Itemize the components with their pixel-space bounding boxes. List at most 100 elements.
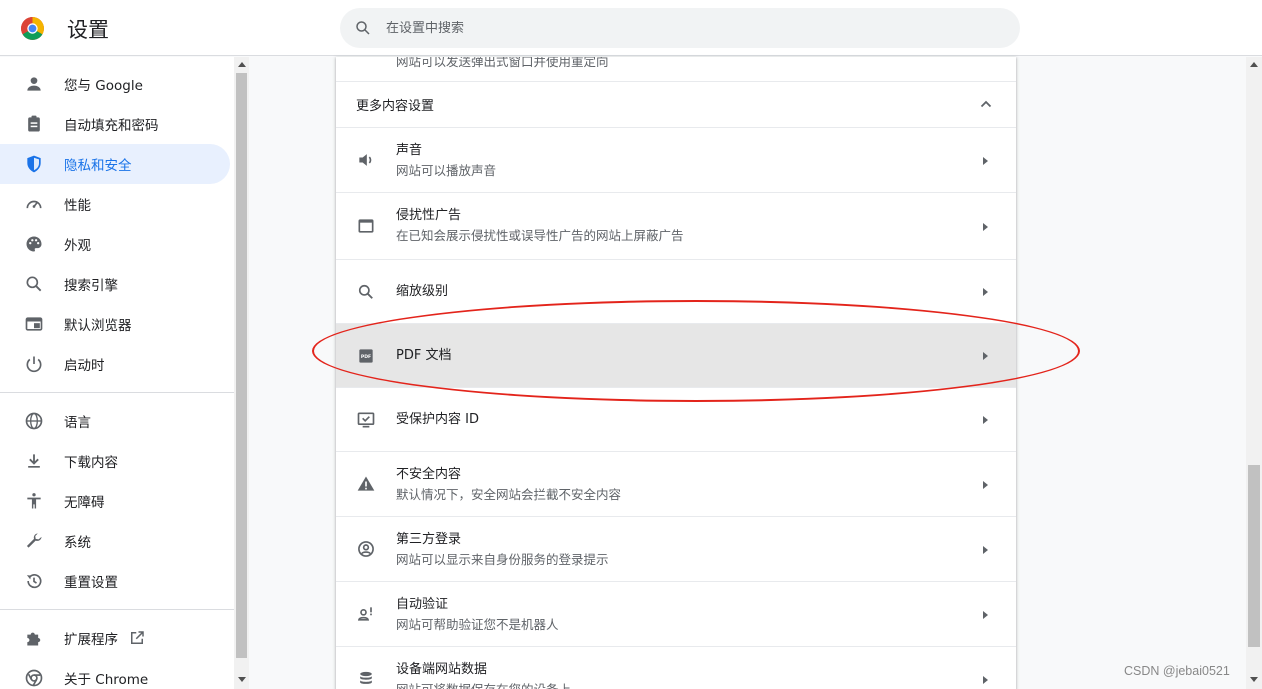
- row-title: 第三方登录: [396, 532, 462, 547]
- sidebar-item-label: 系统: [64, 535, 91, 551]
- arrow-right-icon: [983, 481, 988, 489]
- row-title: 设备端网站数据: [396, 662, 488, 677]
- sidebar-item-performance[interactable]: 性能: [0, 184, 234, 224]
- sidebar-item-label: 扩展程序: [64, 632, 118, 648]
- search-icon: [356, 21, 370, 35]
- row-subtitle: 网站可以显示来自身份服务的登录提示: [396, 552, 609, 567]
- volume-icon: [356, 150, 376, 170]
- auto-verify-icon: [356, 604, 376, 624]
- sidebar-item-label: 无障碍: [64, 495, 105, 511]
- row-pdf-documents[interactable]: PDF PDF 文档: [336, 323, 1016, 387]
- row-insecure-content[interactable]: 不安全内容 默认情况下，安全网站会拦截不安全内容: [336, 451, 1016, 516]
- wrench-icon: [24, 531, 44, 551]
- sidebar-item-extensions[interactable]: 扩展程序: [0, 618, 234, 658]
- restore-icon: [24, 571, 44, 591]
- scroll-down-arrow-icon[interactable]: [238, 677, 246, 682]
- sidebar-item-label: 下载内容: [64, 455, 118, 471]
- svg-text:PDF: PDF: [361, 354, 371, 360]
- person-icon: [24, 74, 44, 94]
- arrow-right-icon: [983, 611, 988, 619]
- row-third-party-sign-in[interactable]: 第三方登录 网站可以显示来自身份服务的登录提示: [336, 516, 1016, 581]
- row-zoom-levels[interactable]: 缩放级别: [336, 259, 1016, 323]
- sidebar-item-languages[interactable]: 语言: [0, 401, 234, 441]
- row-title: 侵扰性广告: [396, 208, 462, 223]
- main-scrollbar[interactable]: [1246, 57, 1262, 689]
- row-subtitle: 网站可以播放声音: [396, 163, 497, 178]
- sidebar-item-appearance[interactable]: 外观: [0, 224, 234, 264]
- divider: [0, 609, 234, 610]
- arrow-right-icon: [983, 416, 988, 424]
- chrome-logo-icon: [21, 17, 44, 40]
- sidebar-item-privacy[interactable]: 隐私和安全: [0, 144, 230, 184]
- row-sound[interactable]: 声音 网站可以播放声音: [336, 127, 1016, 192]
- divider: [0, 392, 234, 393]
- sidebar-item-autofill[interactable]: 自动填充和密码: [0, 104, 234, 144]
- sidebar-item-label: 语言: [64, 415, 91, 431]
- arrow-right-icon: [983, 157, 988, 165]
- sidebar-item-default-browser[interactable]: 默认浏览器: [0, 304, 234, 344]
- accessibility-icon: [24, 491, 44, 511]
- arrow-right-icon: [983, 546, 988, 554]
- sidebar-item-about-chrome[interactable]: 关于 Chrome: [0, 658, 234, 689]
- sidebar-item-you-and-google[interactable]: 您与 Google: [0, 64, 234, 104]
- puzzle-icon: [24, 628, 44, 648]
- search-icon: [24, 274, 44, 294]
- scrollbar-thumb[interactable]: [236, 73, 247, 658]
- download-icon: [24, 451, 44, 471]
- sidebar-item-label: 搜索引擎: [64, 278, 118, 294]
- sidebar-item-label: 性能: [64, 198, 91, 214]
- arrow-right-icon: [983, 352, 988, 360]
- row-title: 缩放级别: [396, 284, 449, 299]
- row-auto-verify[interactable]: 自动验证 网站可帮助验证您不是机器人: [336, 581, 1016, 646]
- sidebar-item-accessibility[interactable]: 无障碍: [0, 481, 234, 521]
- row-subtitle: 在已知会展示侵扰性或误导性广告的网站上屏蔽广告: [396, 228, 684, 243]
- search-box[interactable]: [340, 8, 1020, 48]
- row-title: 声音: [396, 143, 423, 158]
- window-icon: [356, 216, 376, 236]
- search-input[interactable]: [386, 20, 986, 36]
- sidebar-item-reset[interactable]: 重置设置: [0, 561, 234, 601]
- chrome-icon: [24, 668, 44, 688]
- sidebar-item-system[interactable]: 系统: [0, 521, 234, 561]
- row-title: 自动验证: [396, 597, 449, 612]
- sidebar-item-downloads[interactable]: 下载内容: [0, 441, 234, 481]
- sidebar-item-label: 关于 Chrome: [64, 672, 149, 688]
- scroll-up-arrow-icon[interactable]: [1250, 62, 1258, 67]
- row-subtitle: 默认情况下，安全网站会拦截不安全内容: [396, 487, 622, 502]
- chevron-up-icon[interactable]: [980, 98, 992, 110]
- scrollbar-thumb[interactable]: [1248, 465, 1260, 647]
- sidebar-item-label: 默认浏览器: [64, 318, 132, 334]
- sidebar-scrollbar[interactable]: [234, 57, 249, 689]
- row-subtitle: 网站可将数据保存在您的设备上: [396, 681, 571, 689]
- scroll-up-arrow-icon[interactable]: [238, 62, 246, 67]
- row-intrusive-ads[interactable]: 侵扰性广告 在已知会展示侵扰性或误导性广告的网站上屏蔽广告: [336, 192, 1016, 259]
- arrow-right-icon: [983, 288, 988, 296]
- warning-icon: [356, 474, 376, 494]
- protected-content-icon: [356, 410, 376, 430]
- database-icon: [356, 669, 376, 689]
- arrow-right-icon: [983, 676, 988, 684]
- globe-icon: [24, 411, 44, 431]
- top-bar: 设置: [0, 0, 1262, 56]
- sidebar-item-on-startup[interactable]: 启动时: [0, 344, 234, 384]
- row-on-device-site-data[interactable]: 设备端网站数据 网站可将数据保存在您的设备上: [336, 646, 1016, 689]
- palette-icon: [24, 234, 44, 254]
- sidebar-item-label: 隐私和安全: [64, 158, 132, 174]
- speedometer-icon: [24, 194, 44, 214]
- power-icon: [24, 354, 44, 374]
- more-content-settings-header[interactable]: 更多内容设置: [336, 81, 1016, 127]
- section-title: 更多内容设置: [356, 99, 435, 114]
- sidebar-item-search-engine[interactable]: 搜索引擎: [0, 264, 234, 304]
- open-in-new-icon: [131, 631, 144, 644]
- sidebar-item-label: 外观: [64, 238, 91, 254]
- sidebar-item-label: 启动时: [64, 358, 105, 374]
- clipboard-icon: [24, 114, 44, 134]
- sidebar-item-label: 您与 Google: [64, 78, 143, 94]
- content-settings-card: 网站可以发送弹出式窗口并使用重定向 更多内容设置 声音 网站可以播放声音 侵扰性…: [336, 57, 1016, 689]
- partial-row-subtitle: 网站可以发送弹出式窗口并使用重定向: [396, 57, 609, 69]
- scroll-down-arrow-icon[interactable]: [1250, 677, 1258, 682]
- row-title: PDF 文档: [396, 348, 452, 363]
- arrow-right-icon: [983, 223, 988, 231]
- pdf-icon: PDF: [356, 346, 376, 366]
- row-protected-content[interactable]: 受保护内容 ID: [336, 387, 1016, 451]
